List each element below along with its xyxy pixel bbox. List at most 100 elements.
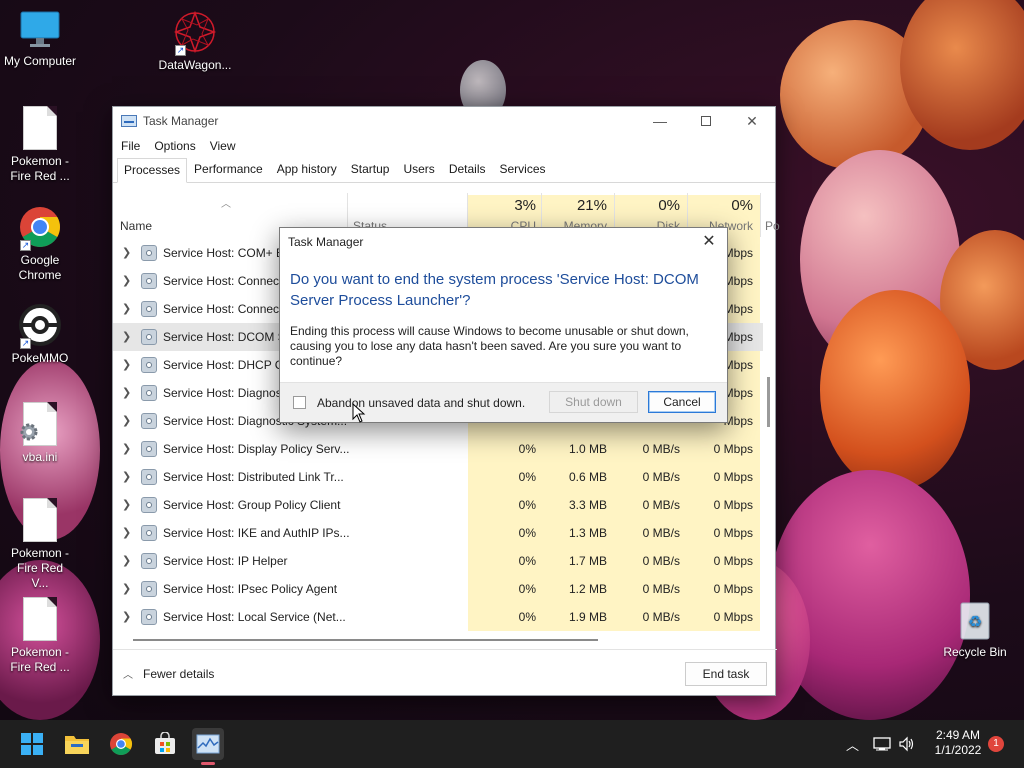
start-button[interactable]	[16, 728, 48, 760]
desktop-icon-datawagon[interactable]: ↗ DataWagon...	[155, 10, 235, 73]
desktop-icon-pokemon-fire-red-2[interactable]: Pokemon - Fire Red V...	[0, 498, 80, 591]
process-row[interactable]: ❯ Service Host: IKE and AuthIP IPs... 0% 1.…	[113, 519, 763, 547]
desktop-icon-pokemmo[interactable]: ↗ PokeMMO	[0, 303, 80, 366]
expand-chevron-icon[interactable]: ❯	[122, 246, 131, 259]
process-row[interactable]: ❯ Service Host: Display Policy Serv... 0% 1…	[113, 435, 763, 463]
process-cpu-cell: 0%	[518, 610, 536, 624]
expand-chevron-icon[interactable]: ❯	[122, 470, 131, 483]
service-gear-icon	[141, 301, 157, 317]
tab-startup[interactable]: Startup	[344, 157, 397, 182]
show-hidden-icons-button[interactable]: ︿	[846, 720, 859, 768]
process-name: Service Host: DHCP Cl	[163, 358, 287, 372]
start-icon	[21, 733, 43, 755]
menu-bar: File Options View	[113, 135, 775, 157]
expand-chevron-icon[interactable]: ❯	[122, 498, 131, 511]
window-title: Task Manager	[143, 114, 219, 128]
file-explorer-icon	[65, 736, 89, 754]
tab-users[interactable]: Users	[396, 157, 441, 182]
process-net-cell: 0 Mbps	[713, 442, 753, 456]
dialog-close-button[interactable]: ✕	[699, 231, 719, 251]
taskbar-chrome[interactable]	[105, 728, 137, 760]
menu-options[interactable]: Options	[154, 139, 195, 153]
datawagon-logo-icon: ↗	[173, 10, 217, 56]
cancel-button[interactable]: Cancel	[648, 391, 716, 413]
service-gear-icon	[141, 553, 157, 569]
service-gear-icon	[141, 385, 157, 401]
tab-details[interactable]: Details	[442, 157, 493, 182]
process-disk-cell: 0 MB/s	[642, 442, 680, 456]
tab-app-history[interactable]: App history	[270, 157, 344, 182]
expand-chevron-icon[interactable]: ❯	[122, 274, 131, 287]
service-gear-icon	[141, 525, 157, 541]
end-task-button[interactable]: End task	[685, 662, 767, 686]
expand-chevron-icon[interactable]: ❯	[122, 386, 131, 399]
vertical-scrollbar[interactable]	[767, 377, 770, 427]
recycle-bin-icon: ♻	[957, 597, 993, 641]
column-name[interactable]: Name	[120, 219, 152, 233]
expand-chevron-icon[interactable]: ❯	[122, 414, 131, 427]
shut-down-button[interactable]: Shut down	[549, 391, 638, 413]
expand-chevron-icon[interactable]: ❯	[122, 610, 131, 623]
notification-badge[interactable]: 1	[988, 736, 1004, 752]
desktop-icon-pokemon-fire-red-1[interactable]: Pokemon - Fire Red ...	[0, 106, 80, 184]
expand-chevron-icon[interactable]: ❯	[122, 526, 131, 539]
file-icon	[23, 498, 57, 542]
process-name: Service Host: Connect	[163, 302, 283, 316]
column-power[interactable]: Po	[765, 219, 780, 233]
menu-view[interactable]: View	[210, 139, 236, 153]
tab-services[interactable]: Services	[493, 157, 553, 182]
expand-chevron-icon[interactable]: ❯	[122, 442, 131, 455]
process-name: Service Host: COM+ E	[163, 246, 285, 260]
svg-text:♻: ♻	[968, 612, 982, 631]
desktop-icon-label: vba.ini	[22, 450, 58, 464]
process-row[interactable]: ❯ Service Host: Group Policy Client 0% 3.3 …	[113, 491, 763, 519]
network-icon	[873, 737, 891, 751]
volume-button[interactable]	[898, 720, 916, 768]
expand-chevron-icon[interactable]: ❯	[122, 554, 131, 567]
tab-processes[interactable]: Processes	[117, 158, 188, 183]
maximize-button[interactable]	[683, 107, 729, 135]
desktop-icon-pokemon-fire-red-3[interactable]: Pokemon - Fire Red ...	[0, 597, 80, 675]
desktop-icon-google-chrome[interactable]: ↗ Google Chrome	[0, 205, 80, 283]
service-gear-icon	[141, 245, 157, 261]
abandon-data-checkbox[interactable]	[293, 396, 306, 409]
fewer-details-label: Fewer details	[143, 667, 215, 681]
chrome-icon	[110, 733, 132, 755]
title-bar[interactable]: Task Manager — ✕	[113, 107, 775, 135]
expand-chevron-icon[interactable]: ❯	[122, 582, 131, 595]
desktop-icon-label: DataWagon...	[158, 58, 232, 72]
desktop-icon-recycle-bin[interactable]: ♻ Recycle Bin	[935, 597, 1015, 660]
dialog-heading: Do you want to end the system process 'S…	[290, 271, 699, 309]
menu-file[interactable]: File	[121, 139, 140, 153]
task-manager-icon	[121, 115, 137, 127]
network-status-button[interactable]	[873, 720, 891, 768]
taskbar-clock[interactable]: 2:49 AM 1/1/2022	[928, 728, 988, 758]
tab-bar: Processes Performance App history Startu…	[113, 157, 775, 183]
desktop-icon-vba-ini[interactable]: vba.ini	[0, 402, 80, 465]
process-row[interactable]: ❯ Service Host: Distributed Link Tr... 0% 0…	[113, 463, 763, 491]
minimize-button[interactable]: —	[637, 107, 683, 135]
column-divider	[760, 193, 761, 237]
desktop-icon-my-computer[interactable]: My Computer	[0, 10, 80, 69]
file-icon	[23, 597, 57, 641]
abandon-data-label[interactable]: Abandon unsaved data and shut down.	[317, 396, 525, 410]
process-row[interactable]: ❯ Service Host: IP Helper 0% 1.7 MB 0 MB/s 0 …	[113, 547, 763, 575]
close-button[interactable]: ✕	[729, 107, 775, 135]
shortcut-arrow-icon: ↗	[175, 45, 186, 56]
taskbar-store[interactable]	[149, 728, 181, 760]
dialog-footer: Abandon unsaved data and shut down. Shut…	[280, 382, 727, 422]
process-name: Service Host: Diagnost	[163, 386, 286, 400]
fewer-details-button[interactable]: ︿ Fewer details	[123, 666, 214, 681]
expand-chevron-icon[interactable]: ❯	[122, 330, 131, 343]
expand-chevron-icon[interactable]: ❯	[122, 302, 131, 315]
process-disk-cell: 0 MB/s	[642, 582, 680, 596]
taskbar-file-explorer[interactable]	[61, 728, 93, 760]
expand-chevron-icon[interactable]: ❯	[122, 358, 131, 371]
process-mem-cell: 3.3 MB	[568, 498, 607, 512]
process-row[interactable]: ❯ Service Host: Local Service (Net... 0% 1.…	[113, 603, 763, 631]
service-gear-icon	[141, 441, 157, 457]
taskbar-task-manager[interactable]	[192, 728, 224, 760]
horizontal-scrollbar[interactable]	[133, 639, 598, 641]
process-row[interactable]: ❯ Service Host: IPsec Policy Agent 0% 1.2 M…	[113, 575, 763, 603]
tab-performance[interactable]: Performance	[187, 157, 270, 182]
